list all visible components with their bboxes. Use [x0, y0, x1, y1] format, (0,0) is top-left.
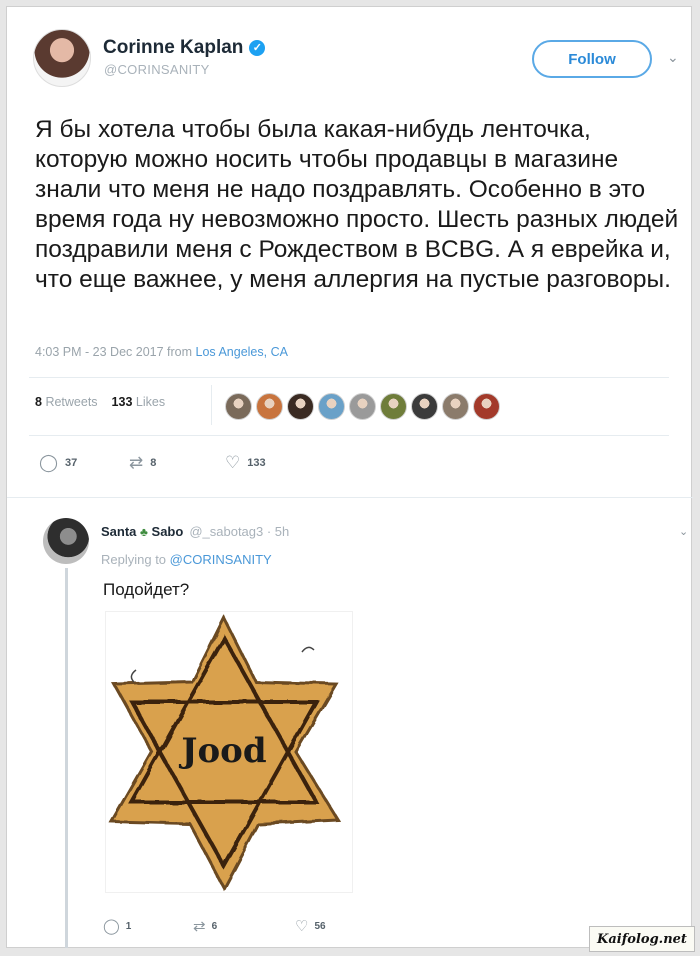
reply-icon: ◯: [103, 918, 120, 935]
star-badge-image: Jood: [109, 614, 341, 892]
thread-line: [65, 568, 68, 948]
replying-handle-link[interactable]: @CORINSANITY: [170, 552, 272, 567]
divider: [29, 377, 669, 378]
location-link[interactable]: Los Angeles, CA: [196, 345, 288, 359]
reply-retweet-action[interactable]: ⇄ 6: [193, 919, 217, 934]
likes-label: Likes: [135, 395, 166, 409]
reply-retweet-count: 6: [211, 921, 218, 932]
reply-like-count: 56: [314, 921, 326, 932]
tweet-text: Я бы хотела чтобы была какая-нибудь лент…: [35, 116, 679, 293]
reply-reply-count: 1: [125, 921, 132, 932]
liker-avatar[interactable]: [473, 393, 500, 420]
retweet-action[interactable]: ⇄ 8: [129, 454, 156, 471]
replying-prefix: Replying to: [101, 552, 167, 567]
stats-separator: [211, 385, 212, 425]
screenshot-frame: Corinne Kaplan ✓ @CORINSANITY Follow ⌄ Я…: [6, 6, 693, 948]
author-avatar[interactable]: [33, 29, 91, 87]
liker-avatar[interactable]: [287, 393, 314, 420]
timestamp-text[interactable]: 4:03 PM - 23 Dec 2017 from: [35, 345, 192, 359]
liker-avatars: [225, 393, 500, 420]
reply-author-avatar[interactable]: [43, 518, 89, 564]
reply-author-last: Sabo: [151, 524, 184, 539]
divider: [29, 435, 669, 436]
retweets-count: 8: [35, 395, 42, 409]
heart-icon: ♡: [295, 918, 309, 935]
liker-avatar[interactable]: [442, 393, 469, 420]
chevron-down-icon[interactable]: ⌄: [667, 49, 679, 66]
engagement-stats: 8 Retweets 133 Likes: [35, 395, 165, 409]
author-handle[interactable]: @CORINSANITY: [104, 62, 210, 77]
liker-avatar[interactable]: [411, 393, 438, 420]
follow-button[interactable]: Follow: [532, 40, 652, 78]
author-name-row[interactable]: Corinne Kaplan ✓: [103, 37, 266, 59]
heart-icon: ♡: [225, 453, 241, 472]
divider: [7, 497, 693, 498]
retweets-stat[interactable]: 8 Retweets: [35, 395, 98, 409]
retweet-count: 8: [150, 456, 157, 469]
liker-avatar[interactable]: [225, 393, 252, 420]
liker-avatar[interactable]: [349, 393, 376, 420]
retweet-icon: ⇄: [129, 453, 144, 472]
star-text: Jood: [178, 731, 266, 771]
like-action[interactable]: ♡ 133: [225, 454, 266, 471]
reply-text: Подойдет?: [103, 580, 190, 599]
reply-action[interactable]: ◯ 37: [39, 454, 77, 471]
chevron-down-icon[interactable]: ⌄: [679, 525, 688, 538]
reply-header: Santa ♣ Sabo @_sabotag3 · 5h: [101, 524, 289, 539]
likes-stat[interactable]: 133 Likes: [112, 395, 166, 409]
reply-author-first: Santa: [101, 524, 137, 539]
retweet-icon: ⇄: [193, 918, 206, 935]
author-name[interactable]: Corinne Kaplan: [103, 37, 243, 59]
reply-author-name[interactable]: Santa ♣ Sabo: [101, 524, 183, 539]
liker-avatar[interactable]: [256, 393, 283, 420]
reply-media-image[interactable]: Jood: [105, 611, 353, 893]
verified-badge-icon: ✓: [249, 40, 266, 56]
reply-author-handle[interactable]: @_sabotag3 · 5h: [189, 524, 289, 539]
liker-avatar[interactable]: [318, 393, 345, 420]
reply-reply-action[interactable]: ◯ 1: [103, 919, 131, 934]
watermark: Kaifolog.net: [589, 926, 695, 952]
likes-count: 133: [111, 395, 133, 409]
like-count: 133: [247, 456, 266, 469]
tweet-timestamp: 4:03 PM - 23 Dec 2017 from Los Angeles, …: [35, 345, 288, 359]
tree-icon: ♣: [140, 525, 148, 539]
reply-like-action[interactable]: ♡ 56: [295, 919, 326, 934]
replying-to: Replying to @CORINSANITY: [101, 552, 272, 567]
reply-icon: ◯: [39, 453, 59, 472]
reply-count: 37: [65, 456, 78, 469]
retweets-label: Retweets: [45, 395, 98, 409]
liker-avatar[interactable]: [380, 393, 407, 420]
